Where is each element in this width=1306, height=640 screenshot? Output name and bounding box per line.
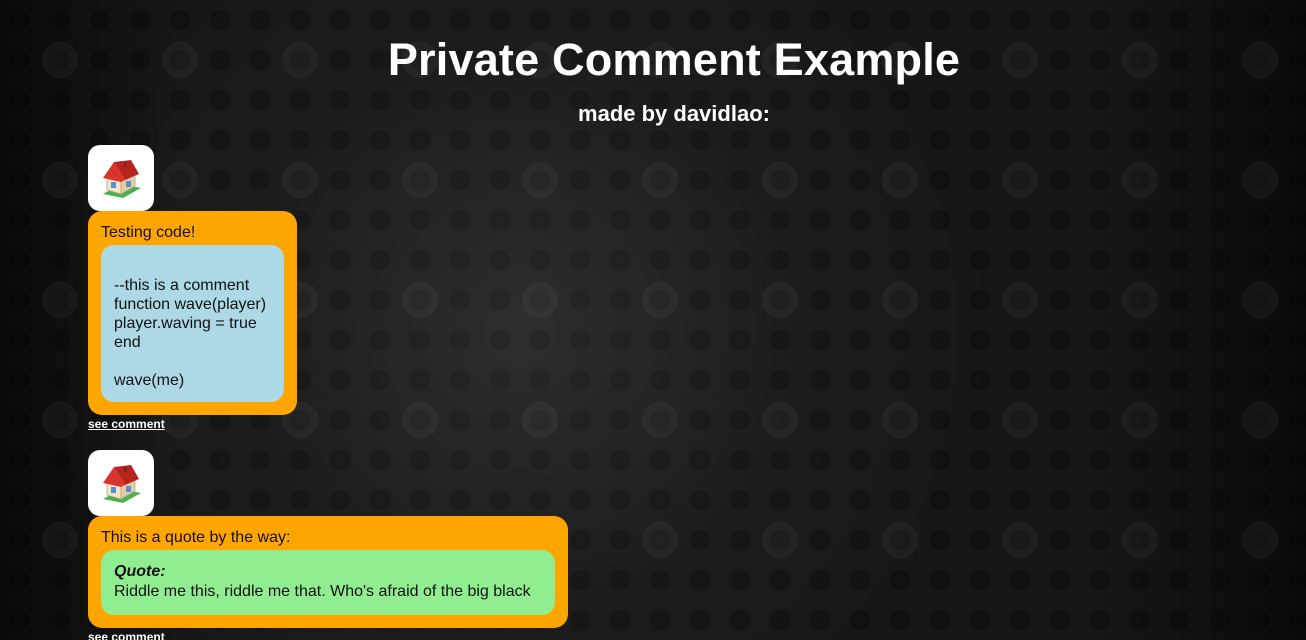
code-line: function wave(player) <box>114 296 267 313</box>
code-line: wave(me) <box>114 372 185 389</box>
page-subtitle: made by davidlao: <box>578 101 770 126</box>
quote-text: Riddle me this, riddle me that. Who's af… <box>114 583 531 600</box>
see-comment-link[interactable]: see comment <box>88 630 165 640</box>
code-line: --this is a comment <box>114 277 250 294</box>
comment-text: Testing code! <box>101 224 196 241</box>
comment-2: This is a quote by the way: Quote: Riddl… <box>88 450 568 640</box>
page-title: Private Comment Example <box>387 34 961 85</box>
avatar[interactable] <box>88 145 154 211</box>
comment-1: Testing code! --this is a comment functi… <box>88 145 297 433</box>
comment-bubble: This is a quote by the way: Quote: Riddl… <box>88 516 568 628</box>
avatar[interactable] <box>88 450 154 516</box>
house-icon <box>103 160 141 198</box>
code-block: --this is a comment function wave(player… <box>101 245 284 402</box>
code-line: end <box>114 334 141 351</box>
comment-text: This is a quote by the way: <box>101 529 291 546</box>
page-title-wrap: Private Comment Example <box>0 32 1306 88</box>
quote-label: Quote: <box>114 563 166 580</box>
see-comment-link[interactable]: see comment <box>88 417 165 431</box>
house-icon <box>103 465 141 503</box>
code-line: player.waving = true <box>114 315 257 332</box>
quote-block: Quote: Riddle me this, riddle me that. W… <box>101 550 555 615</box>
comment-bubble: Testing code! --this is a comment functi… <box>88 211 297 415</box>
